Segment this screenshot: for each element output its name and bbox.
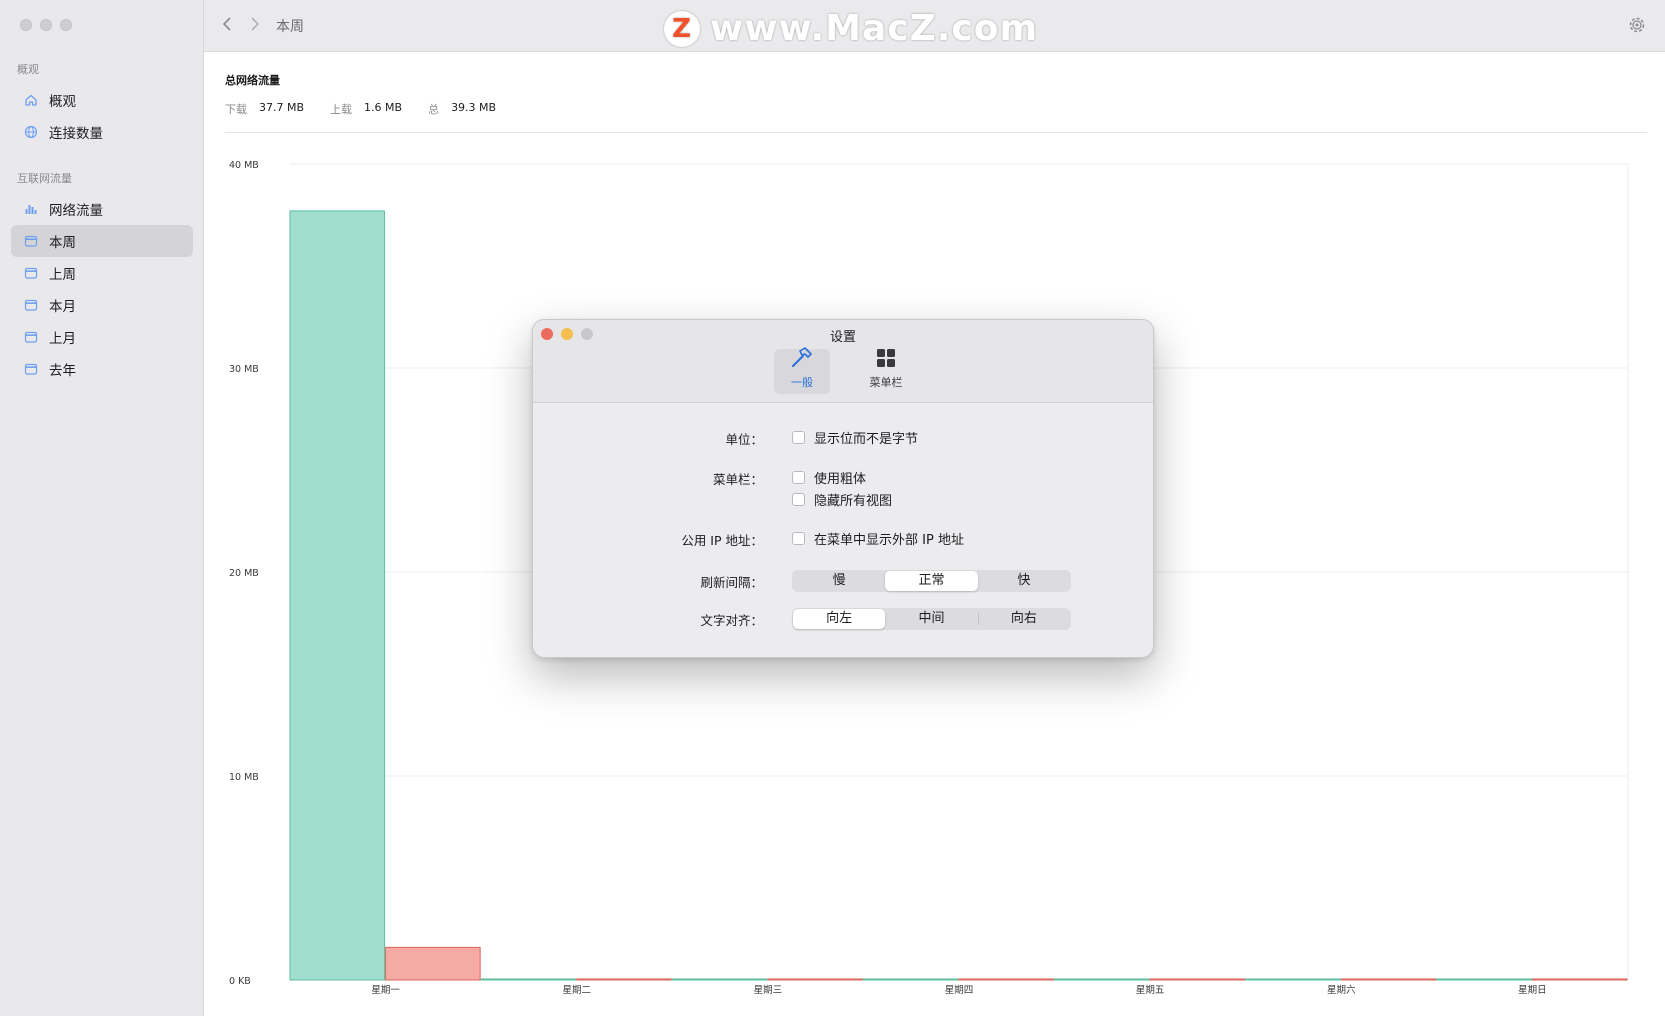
- x-tick-label: 星期二: [562, 985, 591, 996]
- sidebar-item-last-month[interactable]: 上月: [11, 321, 193, 353]
- tab-menubar-label: 菜单栏: [870, 374, 903, 390]
- show-external-ip-checkbox[interactable]: 在菜单中显示外部 IP 地址: [792, 529, 964, 548]
- sidebar-item-label: 去年: [49, 359, 76, 379]
- x-tick-label: 星期五: [1136, 985, 1165, 996]
- sidebar-item-label: 上周: [49, 263, 76, 283]
- bar-chart-icon: [23, 201, 39, 217]
- checkbox-label: 使用粗体: [814, 468, 866, 487]
- sidebar-item-this-month[interactable]: 本月: [11, 289, 193, 321]
- bar-download: [1246, 979, 1341, 980]
- show-bits-checkbox[interactable]: 显示位而不是字节: [792, 428, 918, 447]
- bar-download: [1437, 979, 1532, 980]
- checkbox-label: 显示位而不是字节: [814, 428, 918, 447]
- x-tick-label: 星期三: [754, 985, 783, 996]
- menubar-label: 菜单栏：: [533, 469, 763, 488]
- sidebar: 概观 概观 连接数量 互联网流量 网络流量 本周 上周 本月: [0, 0, 204, 1016]
- globe-icon: [23, 124, 39, 140]
- y-tick-label: 20 MB: [229, 568, 259, 579]
- units-label: 单位：: [533, 429, 763, 448]
- settings-dialog: 设置 一般 菜单栏 单位： 显示: [532, 319, 1154, 658]
- public-ip-label: 公用 IP 地址：: [533, 530, 763, 549]
- watermark: Z www.MacZ.com: [664, 8, 1038, 49]
- bar-upload: [1341, 979, 1436, 980]
- zoom-window-button[interactable]: [60, 19, 72, 31]
- refresh-interval-label: 刷新间隔：: [533, 572, 763, 591]
- y-tick-label: 10 MB: [229, 772, 259, 783]
- calendar-icon: [23, 233, 39, 249]
- sidebar-item-label: 本周: [49, 231, 76, 251]
- sidebar-section-traffic-title: 互联网流量: [17, 170, 72, 186]
- align-left-option[interactable]: 向左: [793, 609, 885, 629]
- bar-upload: [386, 947, 481, 980]
- bar-upload: [1150, 979, 1245, 980]
- bar-download: [672, 979, 767, 980]
- watermark-logo: Z: [664, 11, 700, 47]
- chevron-right-icon[interactable]: [250, 16, 260, 37]
- y-tick-label: 30 MB: [229, 364, 259, 375]
- tab-general[interactable]: 一般: [774, 349, 830, 394]
- bar-download: [481, 979, 576, 980]
- text-align-label: 文字对齐：: [533, 610, 763, 629]
- bar-upload: [1532, 979, 1627, 980]
- x-tick-label: 星期四: [945, 985, 974, 996]
- checkbox-label: 隐藏所有视图: [814, 490, 892, 509]
- x-tick-label: 星期一: [371, 985, 400, 996]
- y-tick-label: 40 MB: [229, 160, 259, 171]
- house-icon: [23, 92, 39, 108]
- use-bold-checkbox[interactable]: 使用粗体: [792, 468, 866, 487]
- calendar-icon: [23, 329, 39, 345]
- sidebar-item-label: 连接数量: [49, 122, 103, 142]
- bar-download: [290, 211, 385, 980]
- sidebar-item-last-year[interactable]: 去年: [11, 353, 193, 385]
- close-window-button[interactable]: [20, 19, 32, 31]
- tab-general-label: 一般: [791, 374, 813, 390]
- bar-upload: [959, 979, 1054, 980]
- refresh-normal-option[interactable]: 正常: [885, 571, 977, 591]
- refresh-slow-option[interactable]: 慢: [793, 571, 885, 591]
- bar-upload: [768, 979, 863, 980]
- sidebar-item-overview[interactable]: 概观: [11, 84, 193, 116]
- window-controls: [20, 19, 72, 31]
- text-align-control: 向左 中间 向右: [792, 608, 1071, 630]
- minimize-window-button[interactable]: [40, 19, 52, 31]
- bar-download: [1055, 979, 1150, 980]
- dialog-header: 设置 一般 菜单栏: [533, 320, 1153, 403]
- checkbox-box[interactable]: [792, 493, 805, 506]
- align-right-option[interactable]: 向右: [978, 609, 1070, 629]
- bar-download: [863, 979, 958, 980]
- checkbox-box[interactable]: [792, 532, 805, 545]
- gear-icon[interactable]: [1627, 15, 1647, 35]
- checkbox-box[interactable]: [792, 431, 805, 444]
- sidebar-item-network-traffic[interactable]: 网络流量: [11, 193, 193, 225]
- dialog-title: 设置: [533, 326, 1153, 345]
- toolbar-title: 本周: [276, 16, 304, 36]
- sidebar-section-overview-title: 概观: [17, 61, 39, 77]
- bar-upload: [577, 979, 672, 980]
- sidebar-item-label: 本月: [49, 295, 76, 315]
- sidebar-item-this-week[interactable]: 本周: [11, 225, 193, 257]
- checkbox-label: 在菜单中显示外部 IP 地址: [814, 529, 964, 548]
- hide-all-views-checkbox[interactable]: 隐藏所有视图: [792, 490, 892, 509]
- y-tick-label: 0 KB: [229, 976, 251, 987]
- refresh-interval-control: 慢 正常 快: [792, 570, 1071, 592]
- chevron-left-icon[interactable]: [222, 16, 232, 37]
- refresh-fast-option[interactable]: 快: [978, 571, 1070, 591]
- sidebar-item-last-week[interactable]: 上周: [11, 257, 193, 289]
- calendar-icon: [23, 297, 39, 313]
- sidebar-item-label: 网络流量: [49, 199, 103, 219]
- watermark-text: www.MacZ.com: [710, 8, 1038, 49]
- checkbox-box[interactable]: [792, 471, 805, 484]
- sidebar-item-label: 上月: [49, 327, 76, 347]
- grid-icon: [875, 347, 897, 372]
- tab-menubar[interactable]: 菜单栏: [858, 349, 914, 394]
- x-tick-label: 星期六: [1327, 984, 1356, 996]
- hammer-icon: [790, 345, 814, 372]
- sidebar-item-label: 概观: [49, 90, 76, 110]
- x-tick-label: 星期日: [1518, 985, 1547, 996]
- calendar-icon: [23, 265, 39, 281]
- calendar-icon: [23, 361, 39, 377]
- align-center-option[interactable]: 中间: [885, 609, 977, 629]
- sidebar-item-connections[interactable]: 连接数量: [11, 116, 193, 148]
